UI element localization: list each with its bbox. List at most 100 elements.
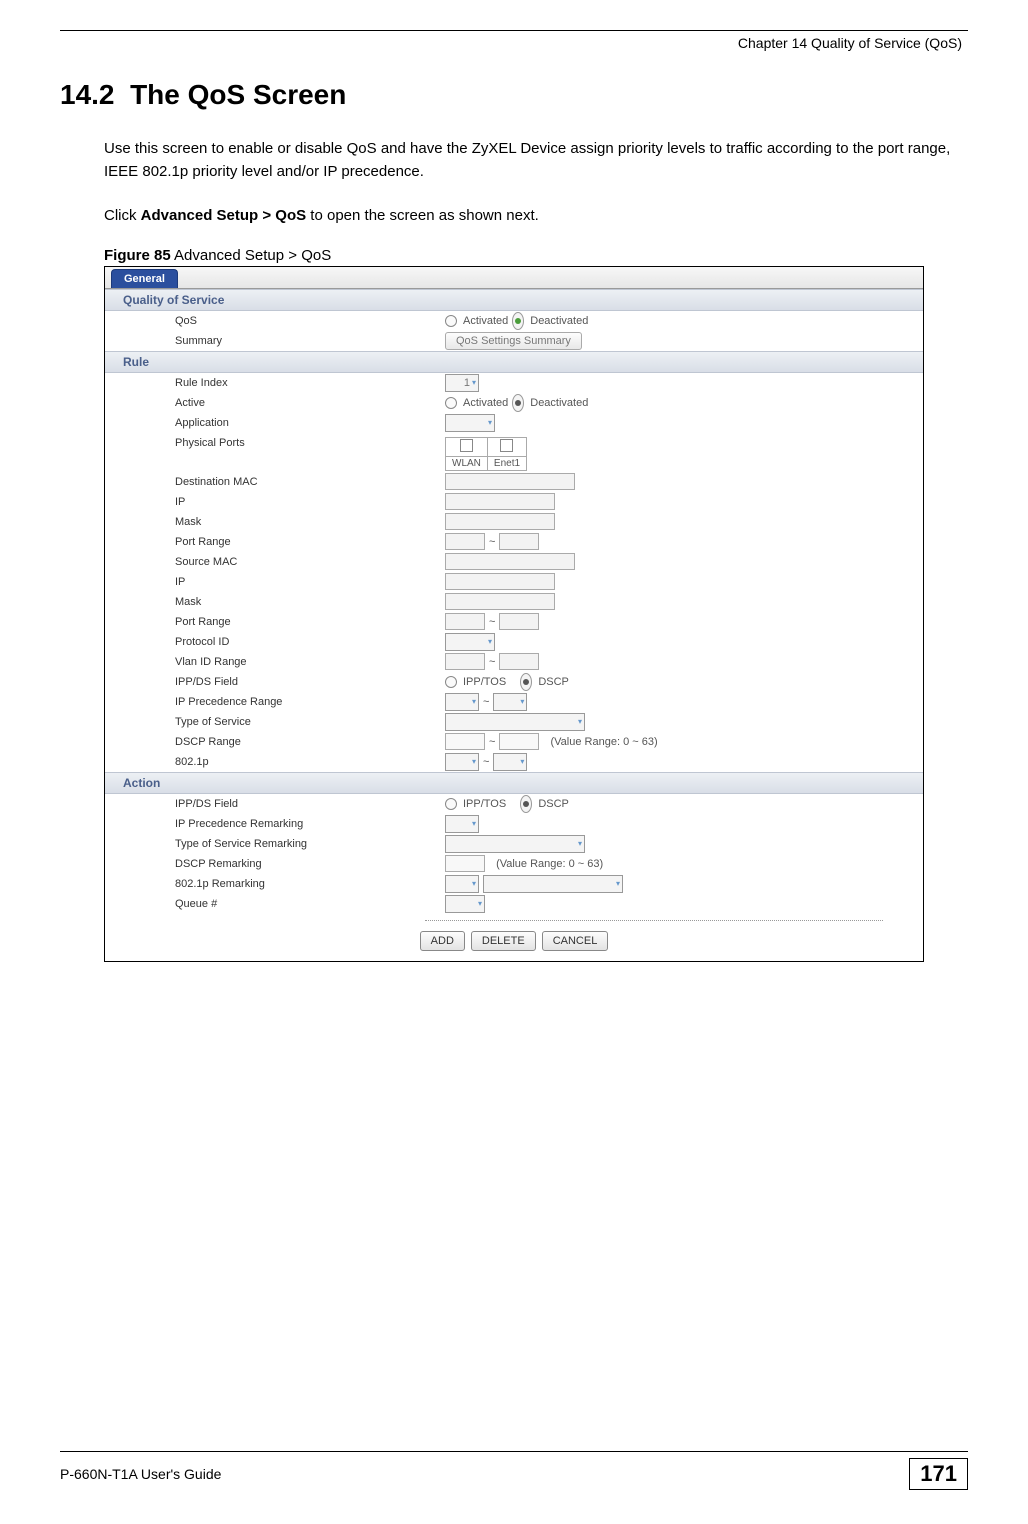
input-port-range2-to[interactable] xyxy=(499,613,539,630)
label-physical-ports: Physical Ports xyxy=(105,437,445,449)
input-mask2[interactable] xyxy=(445,593,555,610)
label-tos-remark: Type of Service Remarking xyxy=(105,838,445,850)
qos-screenshot: General Quality of Service QoS Activated… xyxy=(104,266,924,962)
checkbox-port-wlan[interactable] xyxy=(460,439,473,452)
select-ipprec-to[interactable]: ▾ xyxy=(493,693,527,711)
select-8021p-from[interactable]: ▾ xyxy=(445,753,479,771)
header-rule xyxy=(60,30,968,31)
label-port-range: Port Range xyxy=(105,536,445,548)
intro-paragraph: Use this screen to enable or disable QoS… xyxy=(104,137,958,184)
input-mask[interactable] xyxy=(445,513,555,530)
input-dest-mac[interactable] xyxy=(445,473,575,490)
label-ip2: IP xyxy=(105,576,445,588)
input-port-range2-from[interactable] xyxy=(445,613,485,630)
radio-label-deactivated: Deactivated xyxy=(530,315,588,327)
select-8021p-remark-extra[interactable]: ▾ xyxy=(483,875,623,893)
delete-button[interactable]: DELETE xyxy=(471,931,536,951)
chevron-down-icon: ▾ xyxy=(578,717,582,726)
section-header-action: Action xyxy=(105,772,923,794)
chevron-down-icon: ▾ xyxy=(472,378,476,387)
select-tos-remark[interactable]: ▾ xyxy=(445,835,585,853)
label-ip-prec-range: IP Precedence Range xyxy=(105,696,445,708)
input-dscp-from[interactable] xyxy=(445,733,485,750)
footer-guide: P-660N-T1A User's Guide xyxy=(60,1466,221,1482)
nav-path: Advanced Setup > QoS xyxy=(141,207,306,224)
input-ip[interactable] xyxy=(445,493,555,510)
tab-general[interactable]: General xyxy=(111,269,178,288)
physical-ports-table: WLAN Enet1 xyxy=(445,437,527,471)
select-8021p-remark[interactable]: ▾ xyxy=(445,875,479,893)
chapter-title: Chapter 14 Quality of Service (QoS) xyxy=(60,35,968,51)
label-qos: QoS xyxy=(105,315,445,327)
label-application: Application xyxy=(105,417,445,429)
label-ip-prec-remark: IP Precedence Remarking xyxy=(105,818,445,830)
chevron-down-icon: ▾ xyxy=(488,418,492,427)
chevron-down-icon: ▾ xyxy=(478,899,482,908)
dscp-remark-hint: (Value Range: 0 ~ 63) xyxy=(496,858,603,870)
label-dscp-range: DSCP Range xyxy=(105,736,445,748)
chevron-down-icon: ▾ xyxy=(472,757,476,766)
input-dscp-to[interactable] xyxy=(499,733,539,750)
chevron-down-icon: ▾ xyxy=(472,697,476,706)
radio-active-activated[interactable] xyxy=(445,397,457,409)
label-ipp-ds: IPP/DS Field xyxy=(105,676,445,688)
chevron-down-icon: ▾ xyxy=(520,697,524,706)
select-application[interactable]: ▾ xyxy=(445,414,495,432)
label-protocol-id: Protocol ID xyxy=(105,636,445,648)
label-source-mac: Source MAC xyxy=(105,556,445,568)
input-port-range-from[interactable] xyxy=(445,533,485,550)
radio-dscp[interactable] xyxy=(520,673,532,691)
radio-action-ipp-tos[interactable] xyxy=(445,798,457,810)
port-label-enet1: Enet1 xyxy=(487,456,526,470)
footer-page-number: 171 xyxy=(909,1458,968,1490)
section-heading: 14.2 The QoS Screen xyxy=(60,79,968,111)
figure-title: Advanced Setup > QoS xyxy=(171,247,332,264)
label-summary: Summary xyxy=(105,335,445,347)
radio-active-deactivated[interactable] xyxy=(512,394,524,412)
checkbox-port-enet1[interactable] xyxy=(500,439,513,452)
input-vlan-from[interactable] xyxy=(445,653,485,670)
select-rule-index[interactable]: 1▾ xyxy=(445,374,479,392)
radio-label-activated: Activated xyxy=(463,315,508,327)
chevron-down-icon: ▾ xyxy=(578,839,582,848)
label-8021p-remark: 802.1p Remarking xyxy=(105,878,445,890)
section-header-rule: Rule xyxy=(105,351,923,373)
figure-caption: Figure 85 Advanced Setup > QoS xyxy=(104,247,968,264)
footer-rule xyxy=(60,1451,968,1452)
port-label-wlan: WLAN xyxy=(446,456,488,470)
label-queue: Queue # xyxy=(105,898,445,910)
nav-paragraph: Click Advanced Setup > QoS to open the s… xyxy=(104,204,958,227)
input-source-mac[interactable] xyxy=(445,553,575,570)
figure-number: Figure 85 xyxy=(104,247,171,264)
qos-settings-summary-button[interactable]: QoS Settings Summary xyxy=(445,332,582,350)
label-active: Active xyxy=(105,397,445,409)
chevron-down-icon: ▾ xyxy=(616,879,620,888)
input-ip2[interactable] xyxy=(445,573,555,590)
label-dscp-remark: DSCP Remarking xyxy=(105,858,445,870)
radio-action-dscp[interactable] xyxy=(520,795,532,813)
select-tos[interactable]: ▾ xyxy=(445,713,585,731)
select-ipprec-from[interactable]: ▾ xyxy=(445,693,479,711)
select-ipprec-remark[interactable]: ▾ xyxy=(445,815,479,833)
input-dscp-remark[interactable] xyxy=(445,855,485,872)
select-protocol-id[interactable]: ▾ xyxy=(445,633,495,651)
add-button[interactable]: ADD xyxy=(420,931,465,951)
input-vlan-to[interactable] xyxy=(499,653,539,670)
section-number: 14.2 xyxy=(60,79,115,110)
page-footer: P-660N-T1A User's Guide 171 xyxy=(60,1451,968,1490)
chevron-down-icon: ▾ xyxy=(472,819,476,828)
radio-ipp-tos[interactable] xyxy=(445,676,457,688)
separator xyxy=(425,920,883,921)
chevron-down-icon: ▾ xyxy=(520,757,524,766)
label-mask2: Mask xyxy=(105,596,445,608)
button-row: ADD DELETE CANCEL xyxy=(105,929,923,961)
dscp-hint: (Value Range: 0 ~ 63) xyxy=(551,736,658,748)
radio-qos-activated[interactable] xyxy=(445,315,457,327)
select-queue[interactable]: ▾ xyxy=(445,895,485,913)
input-port-range-to[interactable] xyxy=(499,533,539,550)
select-8021p-to[interactable]: ▾ xyxy=(493,753,527,771)
radio-qos-deactivated[interactable] xyxy=(512,312,524,330)
label-rule-index: Rule Index xyxy=(105,377,445,389)
cancel-button[interactable]: CANCEL xyxy=(542,931,609,951)
label-tos: Type of Service xyxy=(105,716,445,728)
